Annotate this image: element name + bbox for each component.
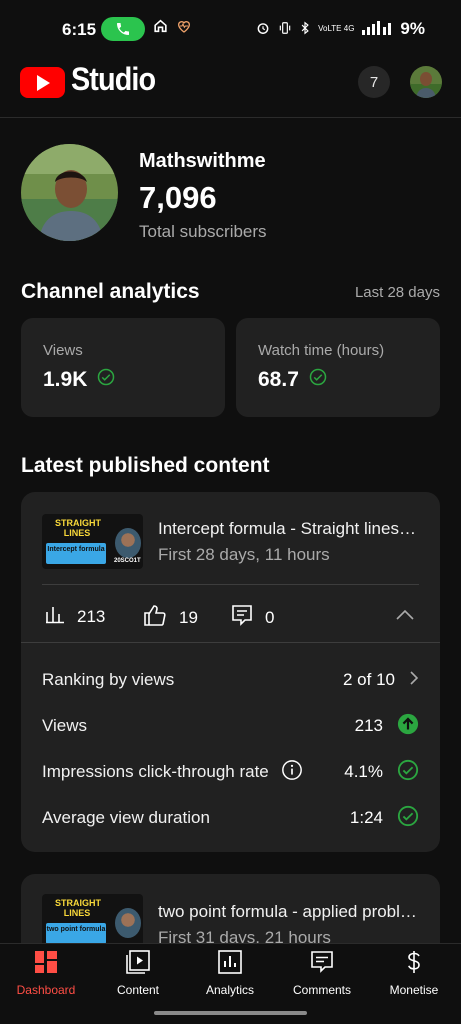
likes-count: 19 (179, 607, 198, 627)
nav-label: Content (116, 983, 160, 997)
home-indicator[interactable] (154, 1011, 307, 1015)
comments-count: 0 (265, 607, 275, 627)
comments-icon (310, 950, 334, 977)
notifications-button[interactable]: 7 (358, 66, 390, 98)
latest-content-heading: Latest published content (21, 454, 270, 477)
nav-label: Analytics (205, 983, 255, 997)
divider (42, 584, 419, 585)
bluetooth-icon (300, 21, 310, 38)
ranking-row[interactable]: Ranking by views 2 of 10 (42, 668, 419, 692)
battery-percent: 9% (400, 19, 425, 38)
subscriber-count: 7,096 (139, 180, 217, 215)
views-metric: 213 (45, 604, 105, 629)
thumbnail-title: STRAIGHT LINES (55, 898, 101, 918)
nav-label: Monetise (389, 983, 439, 997)
status-icons: VoLTE 4G 9% (256, 19, 425, 39)
divider (21, 642, 440, 643)
stat-label: Watch time (hours) (258, 342, 385, 359)
nav-monetise[interactable]: Monetise (368, 950, 460, 997)
row-label: Impressions click-through rate (42, 762, 269, 781)
check-circle-icon (309, 368, 327, 392)
thumbnail-tag: Intercept formula (46, 543, 106, 564)
app-header: Studio 7 (0, 54, 461, 118)
status-bar: 6:15 VoLTE 4G 9% (0, 0, 461, 54)
views-count: 213 (77, 606, 106, 626)
vibrate-icon (278, 21, 292, 38)
row-value: 2 of 10 (343, 670, 395, 689)
channel-avatar[interactable] (21, 144, 118, 241)
watch-time-stat-card[interactable]: Watch time (hours) 68.7 (236, 318, 440, 417)
likes-metric: 19 (143, 604, 198, 631)
youtube-logo-icon (20, 67, 65, 98)
analytics-heading: Channel analytics (21, 280, 200, 303)
collapse-chevron-icon[interactable] (396, 608, 414, 626)
alarm-icon (256, 21, 270, 38)
views-row: Views 213 (42, 713, 419, 740)
video-thumbnail[interactable]: STRAIGHT LINES two point formula (42, 894, 143, 949)
channel-name: Mathswithme (139, 150, 266, 172)
row-value: 4.1% (344, 762, 383, 781)
video-title[interactable]: two point formula - applied problems (158, 902, 420, 922)
info-icon[interactable] (281, 759, 303, 786)
video-card[interactable]: STRAIGHT LINES Intercept formula 20SCO1T… (21, 492, 440, 852)
app-title: Studio (71, 61, 156, 97)
thumbs-up-icon (143, 604, 167, 631)
row-label: Average view duration (42, 808, 210, 827)
views-stat-card[interactable]: Views 1.9K (21, 318, 225, 417)
arrow-up-circle-icon (397, 713, 419, 740)
video-period: First 28 days, 11 hours (158, 545, 330, 564)
video-title[interactable]: Intercept formula - Straight lines | Mat… (158, 519, 420, 539)
stat-label: Views (43, 342, 83, 359)
thumbnail-tag: two point formula (46, 923, 106, 944)
network-type: VoLTE 4G (318, 24, 355, 33)
nav-analytics[interactable]: Analytics (184, 950, 276, 997)
row-value: 213 (354, 716, 383, 735)
ctr-row: Impressions click-through rate 4.1% (42, 759, 419, 786)
analytics-period: Last 28 days (354, 284, 440, 301)
stat-value: 1.9K (43, 368, 88, 391)
check-circle-icon (397, 759, 419, 786)
signal-icon (362, 20, 392, 38)
account-avatar[interactable] (410, 66, 442, 98)
bar-chart-icon (45, 604, 65, 629)
content-icon (126, 950, 150, 977)
chevron-right-icon (409, 670, 419, 691)
avg-duration-row: Average view duration 1:24 (42, 805, 419, 832)
check-circle-icon (397, 805, 419, 832)
monetise-icon (402, 950, 426, 977)
thumbnail-presenter (115, 528, 141, 558)
home-icon (152, 18, 169, 38)
subscriber-label: Total subscribers (139, 222, 267, 241)
thumbnail-presenter (115, 908, 141, 938)
stat-value: 68.7 (258, 368, 299, 391)
nav-comments[interactable]: Comments (276, 950, 368, 997)
nav-dashboard[interactable]: Dashboard (0, 950, 92, 997)
row-value: 1:24 (349, 808, 383, 827)
dashboard-icon (34, 950, 58, 977)
ongoing-call-icon[interactable] (101, 17, 145, 41)
comment-icon (231, 604, 253, 631)
status-time: 6:15 (62, 20, 97, 39)
thumbnail-code: 20SCO1T (114, 558, 141, 564)
nav-label: Comments (292, 983, 351, 997)
nav-content[interactable]: Content (92, 950, 184, 997)
row-label: Views (42, 716, 88, 735)
comments-metric: 0 (231, 604, 274, 631)
check-circle-icon (97, 368, 115, 392)
heart-pulse-icon (175, 18, 193, 38)
thumbnail-title: STRAIGHT LINES (55, 518, 101, 538)
video-thumbnail[interactable]: STRAIGHT LINES Intercept formula 20SCO1T (42, 514, 143, 569)
analytics-icon (218, 950, 242, 977)
nav-label: Dashboard (16, 983, 76, 997)
row-label: Ranking by views (42, 670, 175, 689)
